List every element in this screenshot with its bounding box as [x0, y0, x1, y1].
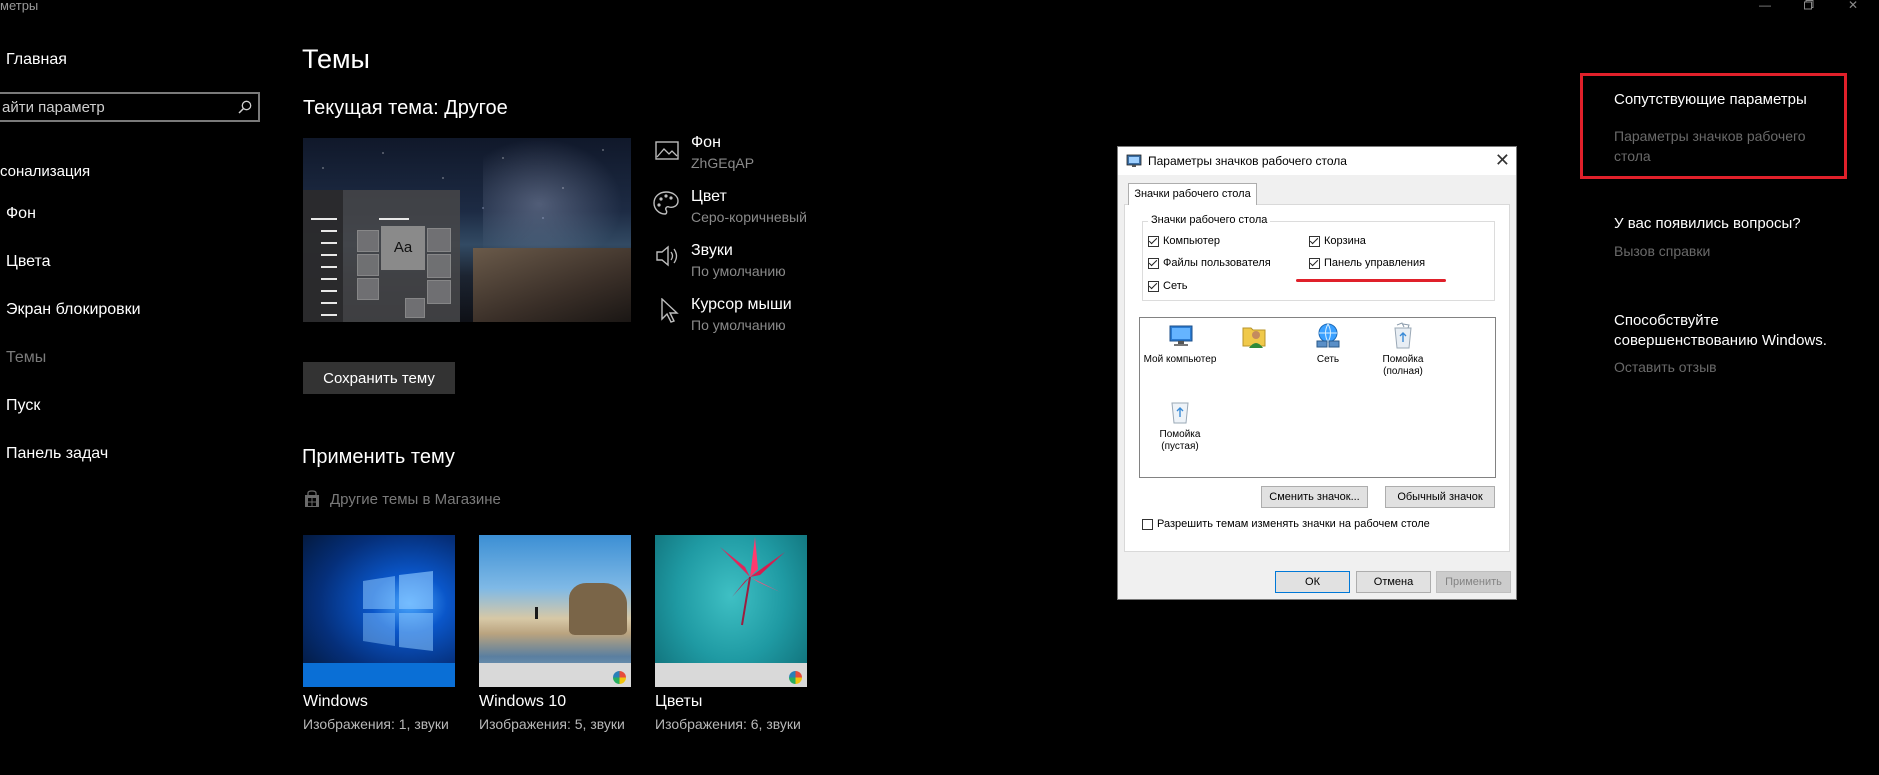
computer-checkbox[interactable] [1148, 236, 1159, 247]
save-theme-button[interactable]: Сохранить тему [303, 362, 455, 394]
prop-cursor-label[interactable]: Курсор мыши [691, 296, 792, 314]
prop-sounds-value: По умолчанию [691, 263, 786, 279]
nav-item-taskbar[interactable]: Панель задач [6, 445, 108, 463]
minimize-button[interactable]: — [1755, 0, 1775, 14]
search-input[interactable] [0, 94, 227, 120]
network-checkbox[interactable] [1148, 281, 1159, 292]
user-folder-icon [1242, 327, 1266, 348]
feedback-link[interactable]: Оставить отзыв [1614, 359, 1717, 375]
nav-item-themes[interactable]: Темы [6, 349, 46, 367]
prop-sounds-label[interactable]: Звуки [691, 242, 733, 260]
close-button[interactable]: ✕ [1843, 0, 1863, 14]
nav-home[interactable]: Главная [6, 51, 67, 69]
theme-preview: Aa [303, 138, 631, 322]
recycle-bin-checkbox[interactable] [1309, 236, 1320, 247]
apply-button[interactable]: Применить [1436, 571, 1511, 593]
help-link[interactable]: Вызов справки [1614, 243, 1710, 259]
questions-title: У вас появились вопросы? [1614, 215, 1801, 232]
monitor-icon [1169, 325, 1193, 346]
dialog-title-bar: Параметры значков рабочего стола ✕ [1118, 147, 1516, 175]
icon-label: Помойка (пустая) [1159, 429, 1201, 452]
network-checkbox-label[interactable]: Сеть [1163, 280, 1187, 292]
dialog-app-icon [1126, 154, 1142, 167]
color-picker-icon [613, 671, 626, 684]
picture-icon[interactable] [655, 138, 681, 164]
change-icon-button[interactable]: Сменить значок... [1261, 486, 1368, 508]
window-title: метры [0, 0, 39, 13]
speaker-icon[interactable] [655, 243, 681, 269]
store-icon [305, 490, 319, 507]
computer-checkbox-label[interactable]: Компьютер [1163, 235, 1220, 247]
improve-windows-title: Способствуйте совершенствованию Windows. [1614, 312, 1827, 349]
desktop-icon-list[interactable]: Мой компьютер Сеть Помойка (полная) Помо… [1139, 317, 1496, 478]
control-panel-checkbox-label[interactable]: Панель управления [1324, 257, 1425, 269]
dialog-close-icon[interactable]: ✕ [1495, 150, 1510, 171]
icon-label: Помойка (полная) [1382, 354, 1424, 377]
nav-section-label: сонализация [0, 163, 91, 180]
theme-card-windows[interactable] [303, 535, 455, 687]
cancel-button[interactable]: Отмена [1356, 571, 1431, 593]
network-icon [1316, 323, 1340, 348]
page-title: Темы [302, 44, 370, 74]
related-settings-title: Сопутствующие параметры [1614, 91, 1807, 108]
current-theme-title: Текущая тема: Другое [303, 97, 508, 119]
theme-sub: Изображения: 5, звуки [479, 716, 625, 732]
recycle-bin-empty-icon [1171, 402, 1189, 424]
apply-theme-title: Применить тему [302, 446, 455, 468]
allow-themes-checkbox[interactable] [1142, 519, 1153, 530]
theme-card-flowers[interactable] [655, 535, 807, 687]
nav-item-start[interactable]: Пуск [6, 397, 40, 415]
control-panel-checkbox[interactable] [1309, 258, 1320, 269]
dialog-title: Параметры значков рабочего стола [1148, 154, 1347, 168]
flower-icon [720, 537, 785, 626]
tab-desktop-icons[interactable]: Значки рабочего стола [1128, 183, 1257, 205]
recycle-bin-full-icon [1394, 322, 1412, 349]
icon-label: Сеть [1316, 354, 1340, 365]
user-files-checkbox-label[interactable]: Файлы пользователя [1163, 257, 1271, 269]
search-box[interactable] [0, 92, 260, 122]
theme-sub: Изображения: 6, звуки [655, 716, 801, 732]
red-underline-annotation [1296, 279, 1446, 282]
theme-name: Цветы [655, 693, 703, 710]
start-menu-preview: Aa [303, 190, 460, 322]
default-icon-button[interactable]: Обычный значок [1385, 486, 1495, 508]
theme-sub: Изображения: 1, звуки [303, 716, 449, 732]
search-icon[interactable] [238, 100, 252, 114]
nav-item-background[interactable]: Фон [6, 205, 36, 223]
recycle-bin-checkbox-label[interactable]: Корзина [1324, 235, 1366, 247]
windows-logo-icon [363, 571, 433, 651]
prop-color-value: Серо-коричневый [691, 209, 807, 225]
user-files-checkbox[interactable] [1148, 258, 1159, 269]
maximize-button[interactable] [1799, 0, 1819, 14]
group-label: Значки рабочего стола [1148, 214, 1271, 226]
theme-card-windows-10[interactable] [479, 535, 631, 687]
cursor-icon[interactable] [659, 298, 685, 324]
theme-name: Windows 10 [479, 693, 567, 710]
color-picker-icon [789, 671, 802, 684]
nav-item-colors[interactable]: Цвета [6, 253, 51, 271]
allow-themes-label[interactable]: Разрешить темам изменять значки на рабоч… [1157, 518, 1430, 530]
ok-button[interactable]: ОК [1275, 571, 1350, 593]
desktop-icons-settings-link[interactable]: Параметры значков рабочего стола [1614, 126, 1834, 166]
nav-item-lock-screen[interactable]: Экран блокировки [6, 301, 141, 319]
prop-background-label[interactable]: Фон [691, 134, 721, 152]
prop-background-value: ZhGEqAP [691, 155, 755, 171]
restore-icon [1804, 0, 1814, 10]
preview-tile-aa: Aa [381, 226, 425, 270]
theme-name: Windows [303, 693, 368, 710]
icon-label: Мой компьютер [1143, 354, 1217, 365]
prop-color-label[interactable]: Цвет [691, 188, 727, 206]
title-bar: метры — ✕ [0, 0, 1879, 18]
store-link[interactable]: Другие темы в Магазине [330, 491, 501, 508]
prop-cursor-value: По умолчанию [691, 317, 786, 333]
palette-icon[interactable] [653, 190, 679, 216]
desktop-icon-settings-dialog: Параметры значков рабочего стола ✕ Значк… [1117, 146, 1517, 600]
